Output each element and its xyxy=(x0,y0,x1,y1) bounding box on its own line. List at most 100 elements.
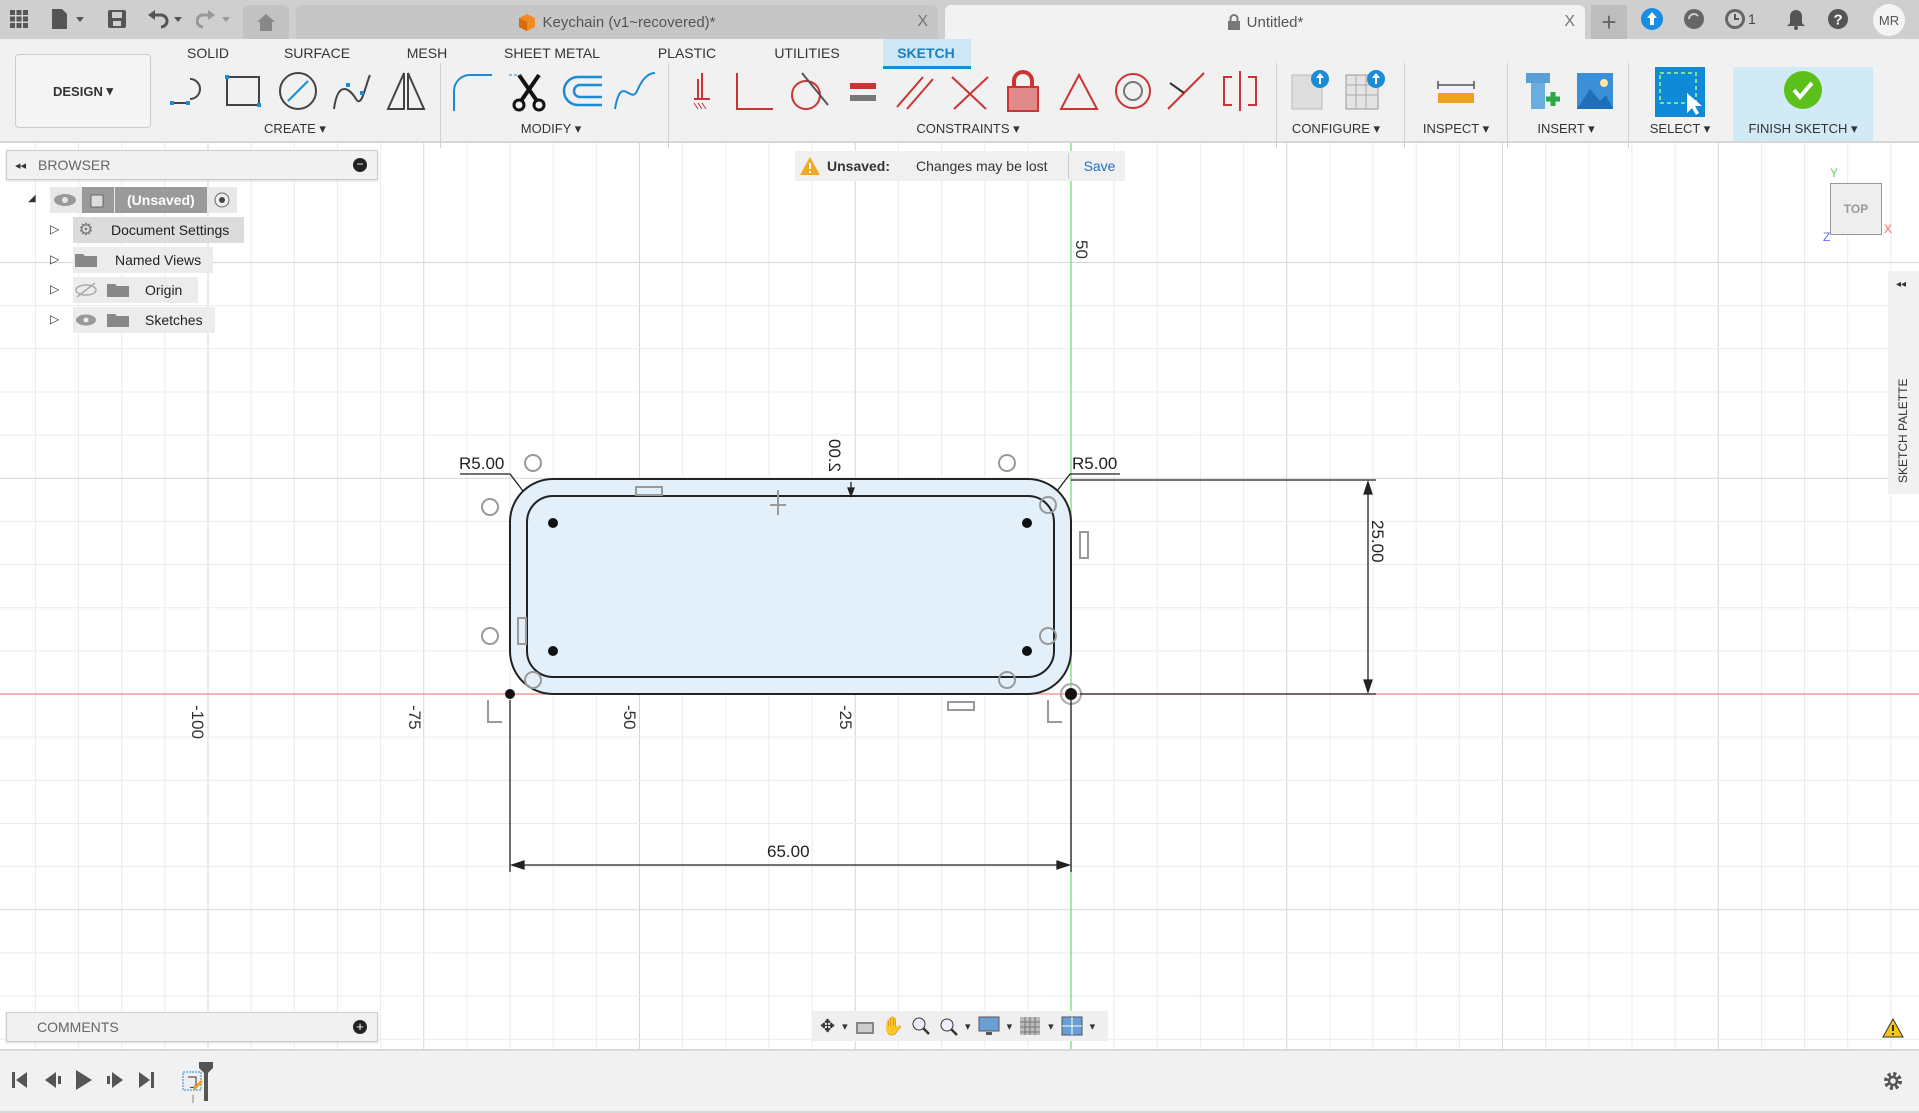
save-link[interactable]: Save xyxy=(1084,158,1116,174)
save-icon[interactable] xyxy=(108,10,126,28)
expand-icon[interactable]: ▷ xyxy=(50,222,59,236)
display-settings-icon[interactable] xyxy=(978,1016,1000,1036)
tab-solid[interactable]: SOLID xyxy=(187,45,229,61)
insert-menu[interactable]: INSERT ▾ xyxy=(1537,121,1594,137)
orbit-icon[interactable]: ✥ xyxy=(820,1016,835,1037)
triangle-constraint-icon[interactable] xyxy=(1057,69,1101,113)
radius-dimension-right[interactable]: R5.00 xyxy=(1072,454,1117,473)
close-tab-icon[interactable]: X xyxy=(1564,13,1575,31)
origin-point[interactable] xyxy=(1065,688,1077,700)
viewports-icon[interactable] xyxy=(1061,1016,1083,1036)
collapse-browser-icon[interactable]: ◂◂ xyxy=(15,159,26,172)
undo-icon[interactable] xyxy=(148,9,184,29)
insert-mcmaster-bolt-icon[interactable] xyxy=(1522,69,1566,113)
timeline-settings-gear-icon[interactable] xyxy=(1883,1071,1903,1091)
concentric-constraint-icon[interactable] xyxy=(1111,69,1155,113)
sketch-point[interactable] xyxy=(548,518,558,528)
lock-constraint-icon[interactable] xyxy=(1002,69,1046,113)
browser-item-named-views[interactable]: Named Views xyxy=(73,247,214,273)
collinear-constraint-icon[interactable] xyxy=(948,69,992,113)
data-panel-upload-icon[interactable] xyxy=(1641,8,1663,30)
redo-icon[interactable] xyxy=(196,9,232,29)
width-dimension[interactable]: 65.00 xyxy=(767,842,810,861)
visibility-eye-icon[interactable] xyxy=(50,190,80,210)
expand-collapse-icon[interactable]: ◢ xyxy=(28,193,36,204)
grid-snap-icon[interactable] xyxy=(1019,1016,1041,1036)
measure-ruler-icon[interactable] xyxy=(1434,69,1478,113)
notifications-bell-icon[interactable] xyxy=(1786,8,1806,30)
step-back-icon[interactable] xyxy=(44,1071,62,1089)
constraints-menu[interactable]: CONSTRAINTS ▾ xyxy=(916,121,1019,137)
trim-scissors-icon[interactable] xyxy=(507,69,551,113)
configure-menu[interactable]: CONFIGURE ▾ xyxy=(1292,121,1380,137)
circle-tool-icon[interactable] xyxy=(276,69,320,113)
user-avatar[interactable]: MR xyxy=(1873,4,1905,36)
fillet-tool-icon[interactable] xyxy=(450,69,494,113)
insert-canvas-image-icon[interactable] xyxy=(1574,69,1618,113)
zoom-dropdown-icon[interactable]: ▾ xyxy=(965,1020,971,1033)
document-tab-keychain[interactable]: Keychain (v1~recovered)* X xyxy=(296,5,938,39)
tab-sketch[interactable]: SKETCH xyxy=(897,45,955,61)
finish-sketch-menu[interactable]: FINISH SKETCH ▾ xyxy=(1748,121,1857,137)
tab-sheet-metal[interactable]: SHEET METAL xyxy=(504,45,600,61)
play-icon[interactable] xyxy=(75,1069,93,1091)
new-tab-button[interactable]: + xyxy=(1591,5,1627,39)
expand-icon[interactable]: ▷ xyxy=(50,282,59,296)
go-to-start-icon[interactable] xyxy=(12,1071,28,1089)
viewcube[interactable]: TOP xyxy=(1830,183,1882,235)
add-comment-icon[interactable]: + xyxy=(353,1020,367,1034)
browser-item-sketches[interactable]: Sketches xyxy=(73,307,215,333)
grid-dropdown-icon[interactable]: ▾ xyxy=(1048,1020,1054,1033)
go-to-end-icon[interactable] xyxy=(138,1071,154,1089)
modify-menu[interactable]: MODIFY ▾ xyxy=(521,121,581,137)
document-tab-untitled[interactable]: Untitled* X xyxy=(945,5,1585,39)
mirror-tool-icon[interactable] xyxy=(384,69,428,113)
display-dropdown-icon[interactable]: ▾ xyxy=(1007,1020,1013,1033)
pan-hand-icon[interactable]: ✋ xyxy=(882,1016,904,1037)
configure-parameters-icon[interactable] xyxy=(1290,69,1334,113)
expand-palette-icon[interactable]: ◂◂ xyxy=(1896,279,1906,290)
sketch-point[interactable] xyxy=(1022,646,1032,656)
sketch-profile-outer[interactable] xyxy=(509,478,1072,695)
tab-mesh[interactable]: MESH xyxy=(407,45,447,61)
browser-minimize-icon[interactable]: − xyxy=(353,158,367,172)
browser-item-origin[interactable]: Origin xyxy=(73,277,199,303)
zoom-window-icon[interactable] xyxy=(938,1016,958,1036)
equal-constraint-icon[interactable] xyxy=(840,69,884,113)
job-status-icon[interactable] xyxy=(1724,8,1746,30)
file-menu-icon[interactable] xyxy=(52,9,86,29)
warning-icon[interactable] xyxy=(1882,1018,1904,1038)
step-forward-icon[interactable] xyxy=(106,1071,124,1089)
symmetry-constraint-icon[interactable] xyxy=(1218,69,1262,113)
look-at-icon[interactable] xyxy=(855,1017,875,1035)
sync-icon[interactable] xyxy=(1683,8,1705,30)
home-tab[interactable] xyxy=(243,5,289,39)
perpendicular-constraint-icon[interactable] xyxy=(733,69,777,113)
midpoint-constraint-icon[interactable] xyxy=(1164,69,1208,113)
viewports-dropdown-icon[interactable]: ▾ xyxy=(1090,1020,1096,1033)
workspace-switcher[interactable]: DESIGN ▾ xyxy=(15,54,151,128)
rectangle-tool-icon[interactable] xyxy=(222,69,266,113)
sketch-palette-collapsed[interactable]: ◂◂ SKETCH PALETTE xyxy=(1888,271,1919,494)
zoom-icon[interactable] xyxy=(911,1016,931,1036)
offset-dimension[interactable]: 2.00 xyxy=(825,439,844,472)
apps-grid-icon[interactable] xyxy=(10,10,28,28)
browser-item-document-settings[interactable]: ⚙ Document Settings xyxy=(73,217,245,243)
active-component-radio-icon[interactable] xyxy=(207,190,237,210)
orbit-dropdown-icon[interactable]: ▾ xyxy=(842,1020,848,1033)
radius-dimension-left[interactable]: R5.00 xyxy=(459,454,504,473)
browser-item-root[interactable]: (Unsaved) xyxy=(50,187,237,213)
expand-icon[interactable]: ▷ xyxy=(50,312,59,326)
tab-surface[interactable]: SURFACE xyxy=(284,45,350,61)
visibility-hidden-icon[interactable] xyxy=(73,281,99,299)
select-tool-icon[interactable] xyxy=(1655,67,1705,117)
close-tab-icon[interactable]: X xyxy=(917,13,928,31)
line-tool-icon[interactable] xyxy=(168,69,212,113)
parallel-constraint-icon[interactable] xyxy=(893,69,937,113)
select-menu[interactable]: SELECT ▾ xyxy=(1650,121,1710,137)
tab-utilities[interactable]: UTILITIES xyxy=(774,45,839,61)
timeline-marker-handle[interactable] xyxy=(198,1061,214,1103)
sketch-point[interactable] xyxy=(505,689,515,699)
sketch-scale-icon[interactable] xyxy=(613,69,657,113)
fix-constraint-icon[interactable] xyxy=(680,69,724,113)
